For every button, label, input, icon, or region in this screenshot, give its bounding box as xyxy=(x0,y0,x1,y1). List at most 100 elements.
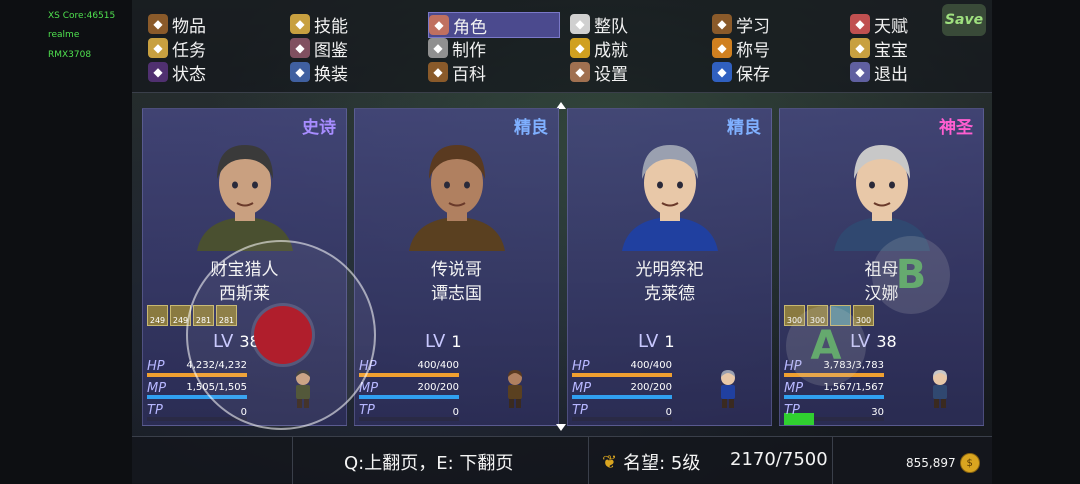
hp-value: 400/400 xyxy=(417,360,459,371)
divider xyxy=(292,437,293,484)
menu-item-2[interactable]: ◆ 角色 xyxy=(428,12,560,38)
tp-label: TP xyxy=(572,403,588,418)
tp-value: 30 xyxy=(871,407,884,418)
character-portrait xyxy=(834,145,930,251)
menu-item-13[interactable]: ◆ 换装 xyxy=(290,60,420,85)
menu-item-6[interactable]: ◆ 任务 xyxy=(148,36,278,61)
menu-item-16[interactable]: ◆ 保存 xyxy=(712,60,842,85)
menu-item-label: 换装 xyxy=(314,64,348,85)
mp-value: 200/200 xyxy=(630,382,672,393)
menu-item-10[interactable]: ◆ 称号 xyxy=(712,36,842,61)
gear-icon: ◆ xyxy=(570,62,590,82)
gold-coin-icon: $ xyxy=(959,453,980,473)
menu-item-label: 任务 xyxy=(172,40,206,61)
mp-label: MP xyxy=(784,381,804,396)
gamepad-b-button[interactable]: B xyxy=(872,236,950,314)
fame-progress-value: 2170/7500 xyxy=(730,449,828,470)
character-card[interactable]: 精良 传说哥 谭志国 LV 1 HP 400/400 MP 200/200 TP 0 xyxy=(354,108,559,426)
menu-item-label: 成就 xyxy=(594,40,628,61)
divider xyxy=(588,437,589,484)
menu-item-label: 设置 xyxy=(594,64,628,85)
character-portrait xyxy=(622,145,718,251)
debug-line-1: XS Core:46515 xyxy=(48,11,116,21)
trophy-icon: ◆ xyxy=(570,38,590,58)
debug-line-3: RMX3708 xyxy=(48,50,92,60)
character-portrait xyxy=(197,145,293,251)
level-display: LV 1 xyxy=(425,331,462,352)
equipment-slot[interactable]: 249 xyxy=(147,305,168,326)
rarity-label: 神圣 xyxy=(939,118,973,138)
hp-bar: HP 400/400 xyxy=(572,359,692,379)
gold-amount: 855,897 xyxy=(906,456,956,470)
tp-value: 0 xyxy=(665,407,672,418)
menu-item-14[interactable]: ◆ 百科 xyxy=(428,60,558,85)
menu-item-label: 物品 xyxy=(172,16,206,37)
character-card[interactable]: 精良 光明祭祀 克莱德 LV 1 HP 400/400 MP 200/200 TP 0 xyxy=(567,108,772,426)
gold-display: 855,897 $ xyxy=(906,453,980,473)
virtual-joystick[interactable] xyxy=(186,240,376,430)
mp-bar: MP 200/200 xyxy=(359,381,479,401)
masks-icon: ◆ xyxy=(429,15,449,35)
tp-label: TP xyxy=(147,403,163,418)
rarity-label: 精良 xyxy=(727,118,761,138)
book-icon: ◆ xyxy=(712,14,732,34)
menu-item-label: 称号 xyxy=(736,40,770,61)
status-orb-icon: ◆ xyxy=(148,62,168,82)
pet-icon: ◆ xyxy=(850,38,870,58)
character-sprite xyxy=(508,370,522,408)
menu-item-label: 学习 xyxy=(736,16,770,37)
hp-value: 400/400 xyxy=(630,360,672,371)
menu-item-9[interactable]: ◆ 成就 xyxy=(570,36,700,61)
menu-item-label: 技能 xyxy=(314,16,348,37)
mp-label: MP xyxy=(572,381,592,396)
menu-item-label: 退出 xyxy=(874,64,908,85)
character-sprite xyxy=(721,370,735,408)
hp-label: HP xyxy=(147,359,165,374)
character-portrait xyxy=(409,145,505,251)
anvil-icon: ◆ xyxy=(428,38,448,58)
tp-label: TP xyxy=(784,403,800,418)
menu-item-label: 天赋 xyxy=(874,16,908,37)
menu-item-4[interactable]: ◆ 学习 xyxy=(712,12,842,37)
fame-label: 名望: 5级 xyxy=(623,453,701,474)
menu-item-label: 百科 xyxy=(452,64,486,85)
menu-item-12[interactable]: ◆ 状态 xyxy=(148,60,278,85)
flag-icon: ◆ xyxy=(570,14,590,34)
tp-label: TP xyxy=(359,403,375,418)
quest-scroll-icon: ◆ xyxy=(148,38,168,58)
bag-icon: ◆ xyxy=(148,14,168,34)
level-label: LV xyxy=(638,331,659,352)
menu-item-label: 整队 xyxy=(594,16,628,37)
character-title: 光明祭祀 xyxy=(635,260,704,280)
menu-item-15[interactable]: ◆ 设置 xyxy=(570,60,700,85)
tp-value: 0 xyxy=(452,407,459,418)
monster-book-icon: ◆ xyxy=(290,38,310,58)
scroll-down-arrow-icon[interactable] xyxy=(556,424,566,431)
level-label: LV xyxy=(425,331,446,352)
menu-item-3[interactable]: ◆ 整队 xyxy=(570,12,700,37)
debug-line-2: realme xyxy=(48,30,80,40)
status-bar: Q:上翻页，E: 下翻页 ❦ 名望: 5级 2170/7500 855,897 … xyxy=(132,436,992,484)
menu-item-8[interactable]: ◆ 制作 xyxy=(428,36,558,61)
character-name: 谭志国 xyxy=(431,284,482,304)
page-hint: Q:上翻页，E: 下翻页 xyxy=(344,453,514,474)
menu-item-label: 制作 xyxy=(452,40,486,61)
hp-bar: HP 400/400 xyxy=(359,359,479,379)
gift-icon: ◆ xyxy=(850,14,870,34)
character-title: 传说哥 xyxy=(431,260,482,280)
tp-bar: TP 30 xyxy=(784,403,904,425)
menu-item-7[interactable]: ◆ 图鉴 xyxy=(290,36,420,61)
menu-item-0[interactable]: ◆ 物品 xyxy=(148,12,278,37)
menu-item-label: 保存 xyxy=(736,64,770,85)
gamepad-a-button[interactable]: A xyxy=(786,306,866,386)
joystick-knob[interactable] xyxy=(254,306,312,364)
outfit-icon: ◆ xyxy=(290,62,310,82)
quick-save-button[interactable]: Save xyxy=(942,4,986,36)
menu-item-label: 图鉴 xyxy=(314,40,348,61)
floppy-icon: ◆ xyxy=(712,62,732,82)
hp-label: HP xyxy=(572,359,590,374)
encyclopedia-icon: ◆ xyxy=(428,62,448,82)
menu-item-11[interactable]: ◆ 宝宝 xyxy=(850,36,980,61)
menu-item-17[interactable]: ◆ 退出 xyxy=(850,60,980,85)
menu-item-1[interactable]: ◆ 技能 xyxy=(290,12,420,37)
